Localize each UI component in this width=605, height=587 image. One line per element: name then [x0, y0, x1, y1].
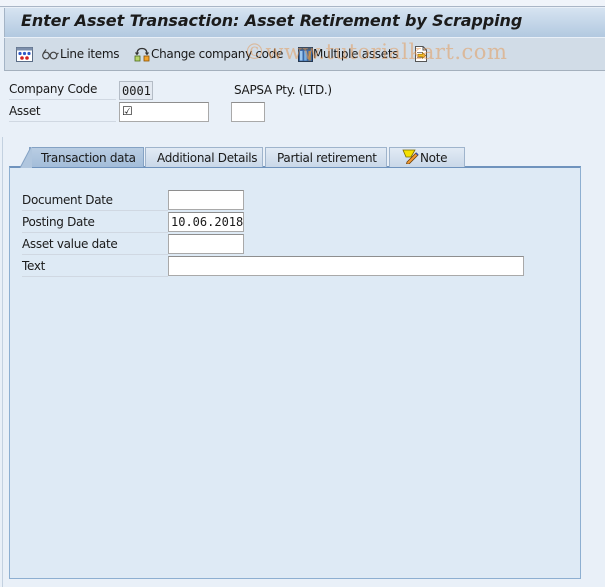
structure-icon: [16, 46, 33, 62]
company-name-text: SAPSA Pty. (LTD.): [234, 83, 332, 97]
document-date-label: Document Date: [22, 193, 168, 211]
line-items-label: Line items: [60, 47, 120, 61]
tab-note[interactable]: Note: [389, 147, 465, 167]
asset-subnumber-input[interactable]: [231, 102, 265, 122]
tab-label: Transaction data: [41, 150, 136, 165]
tab-partial-retirement[interactable]: Partial retirement: [265, 147, 387, 167]
required-field-icon: ☑: [122, 104, 133, 118]
asset-value-date-label: Asset value date: [22, 237, 168, 255]
left-rail: [0, 137, 3, 587]
tab-additional-details[interactable]: Additional Details: [145, 147, 263, 167]
asset-value-date-input[interactable]: [168, 234, 244, 254]
change-company-code-label: Change company code: [151, 47, 284, 61]
application-toolbar: Line items Change company code Multiple …: [4, 38, 605, 71]
tab-label: Partial retirement: [277, 150, 377, 165]
title-bar: Enter Asset Transaction: Asset Retiremen…: [4, 8, 605, 37]
multiple-assets-icon: [298, 46, 313, 62]
text-input[interactable]: [168, 256, 524, 276]
note-pencil-icon: [402, 149, 419, 167]
asset-number-input[interactable]: ☑: [119, 102, 209, 122]
change-company-icon: [134, 47, 150, 62]
structure-button[interactable]: [16, 45, 33, 63]
change-company-code-button[interactable]: Change company code: [134, 45, 283, 63]
export-document-button[interactable]: [414, 45, 428, 63]
tab-transaction-data[interactable]: Transaction data: [20, 147, 144, 168]
company-code-field: 0001: [119, 81, 153, 100]
tab-label: Additional Details: [157, 150, 258, 165]
window-top-strip: [0, 0, 605, 7]
page-title: Enter Asset Transaction: Asset Retiremen…: [21, 11, 523, 30]
multiple-assets-button[interactable]: Multiple assets: [298, 45, 398, 63]
tab-slant: [145, 147, 150, 168]
company-code-label: Company Code: [9, 82, 116, 100]
posting-date-input[interactable]: 10.06.2018: [168, 212, 244, 232]
glasses-icon: [41, 47, 59, 61]
posting-date-label: Posting Date: [22, 215, 168, 233]
tab-slant: [20, 147, 32, 168]
multiple-assets-label: Multiple assets: [313, 47, 399, 61]
tab-label: Note: [420, 150, 448, 165]
document-date-input[interactable]: [168, 190, 244, 210]
asset-label: Asset: [9, 104, 116, 122]
export-document-icon: [414, 46, 428, 62]
text-label: Text: [22, 259, 168, 277]
line-items-button[interactable]: Line items: [41, 45, 119, 63]
